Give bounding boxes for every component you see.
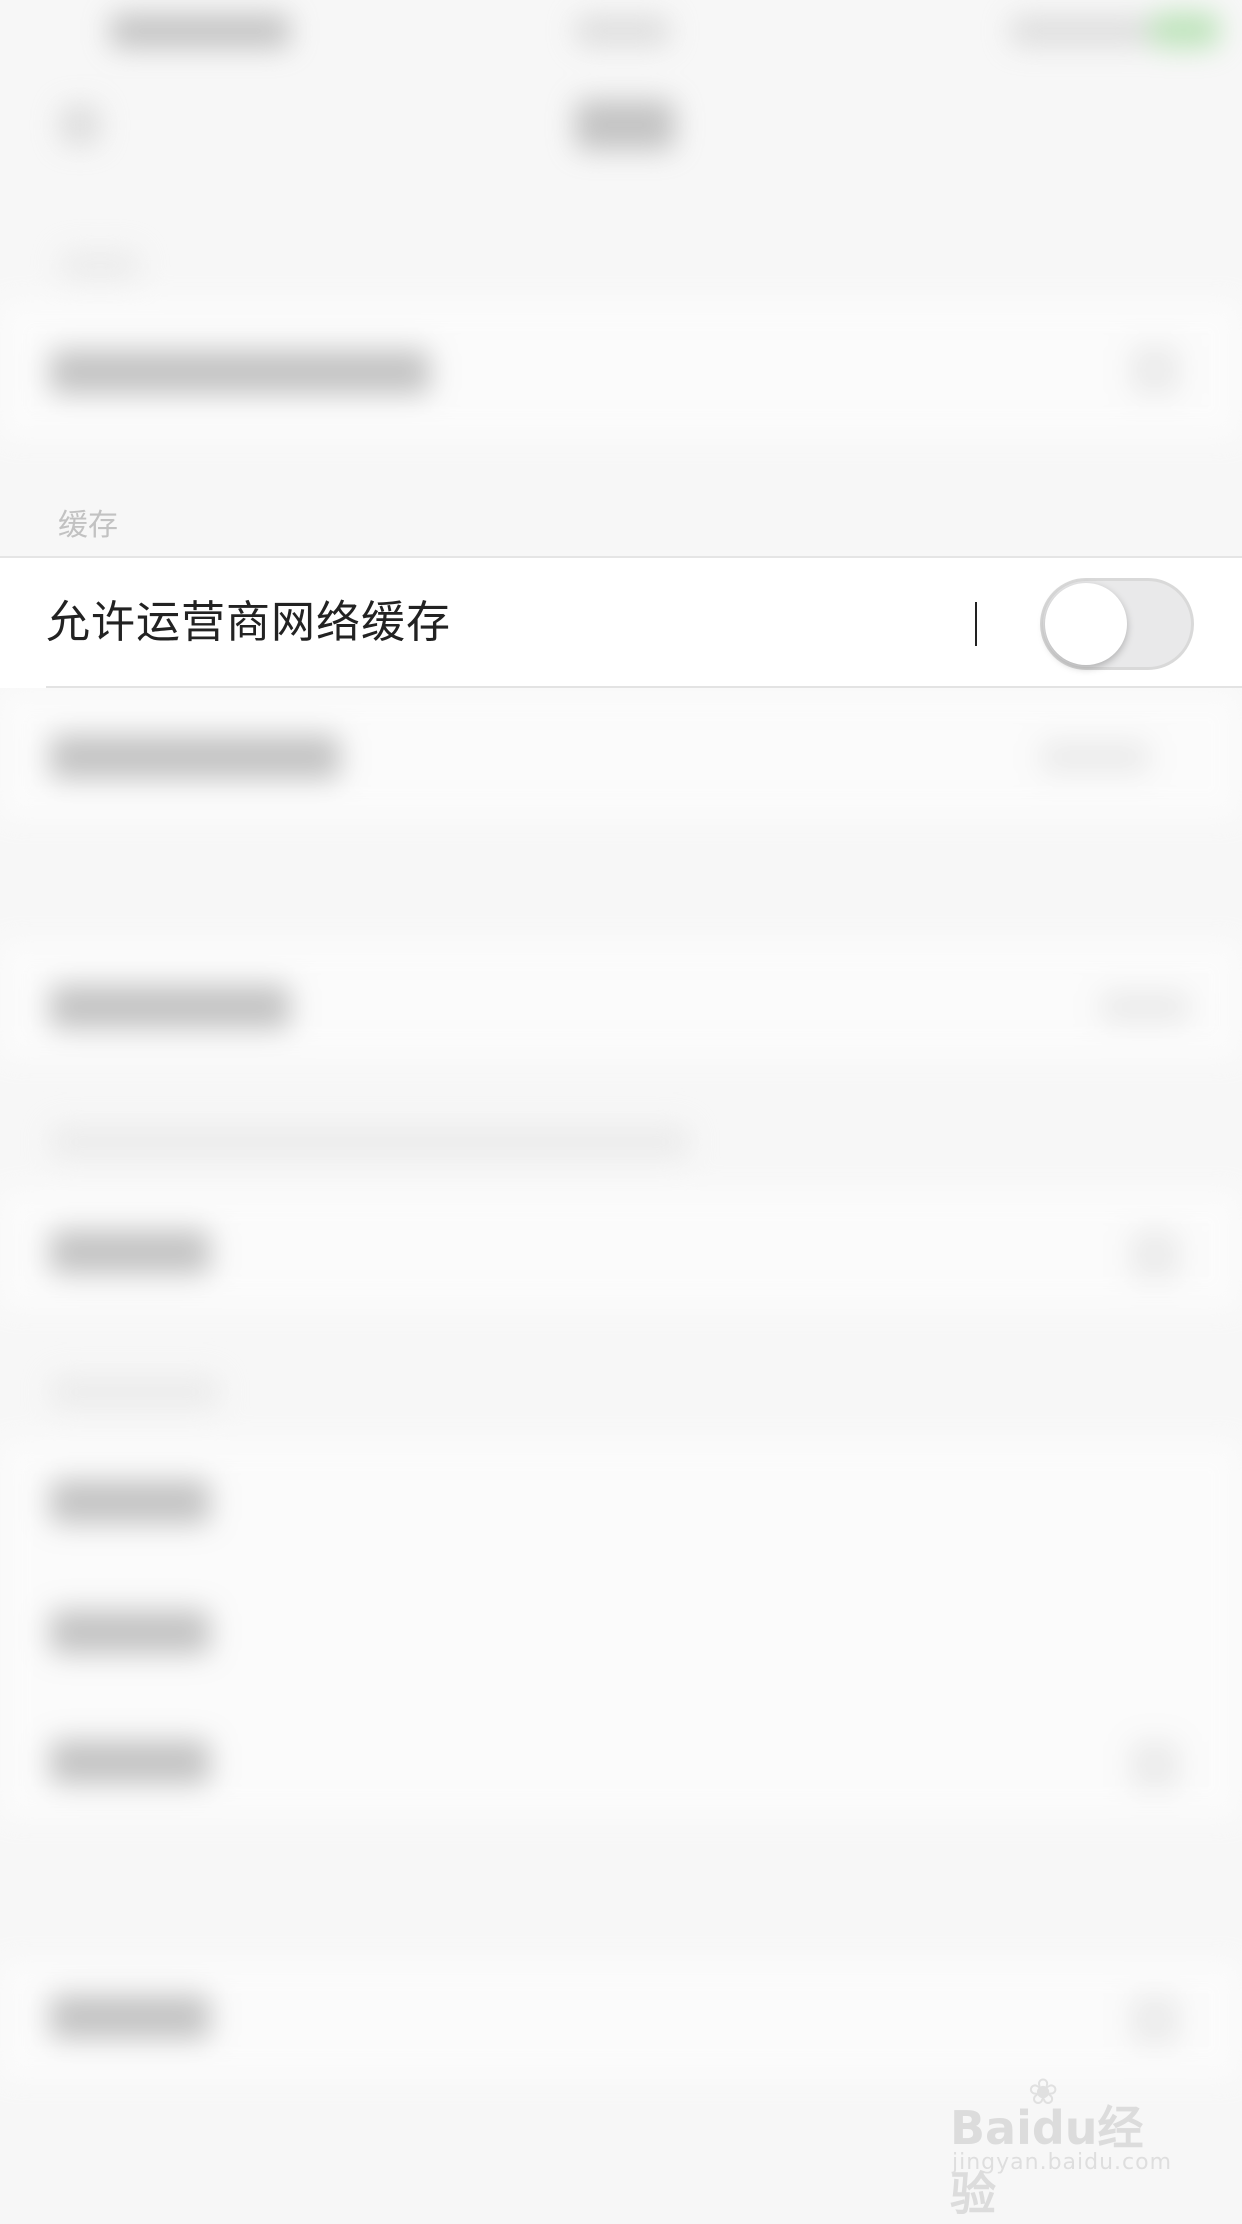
toggle-knob <box>1045 583 1127 665</box>
blurred-background <box>0 0 1242 2208</box>
setting-row-carrier-cache[interactable]: 允许运营商网络缓存 <box>0 556 1242 688</box>
baidu-jingyan-watermark: ❀ Baidu经验 jingyan.baidu.com <box>950 2072 1180 2221</box>
setting-label: 允许运营商网络缓存 <box>46 597 451 648</box>
row-divider <box>46 686 1242 688</box>
carrier-cache-toggle[interactable] <box>1040 578 1194 670</box>
text-cursor <box>975 602 977 646</box>
watermark-url: jingyan.baidu.com <box>952 2150 1173 2175</box>
section-header-fragment: 缓存 <box>58 508 118 543</box>
